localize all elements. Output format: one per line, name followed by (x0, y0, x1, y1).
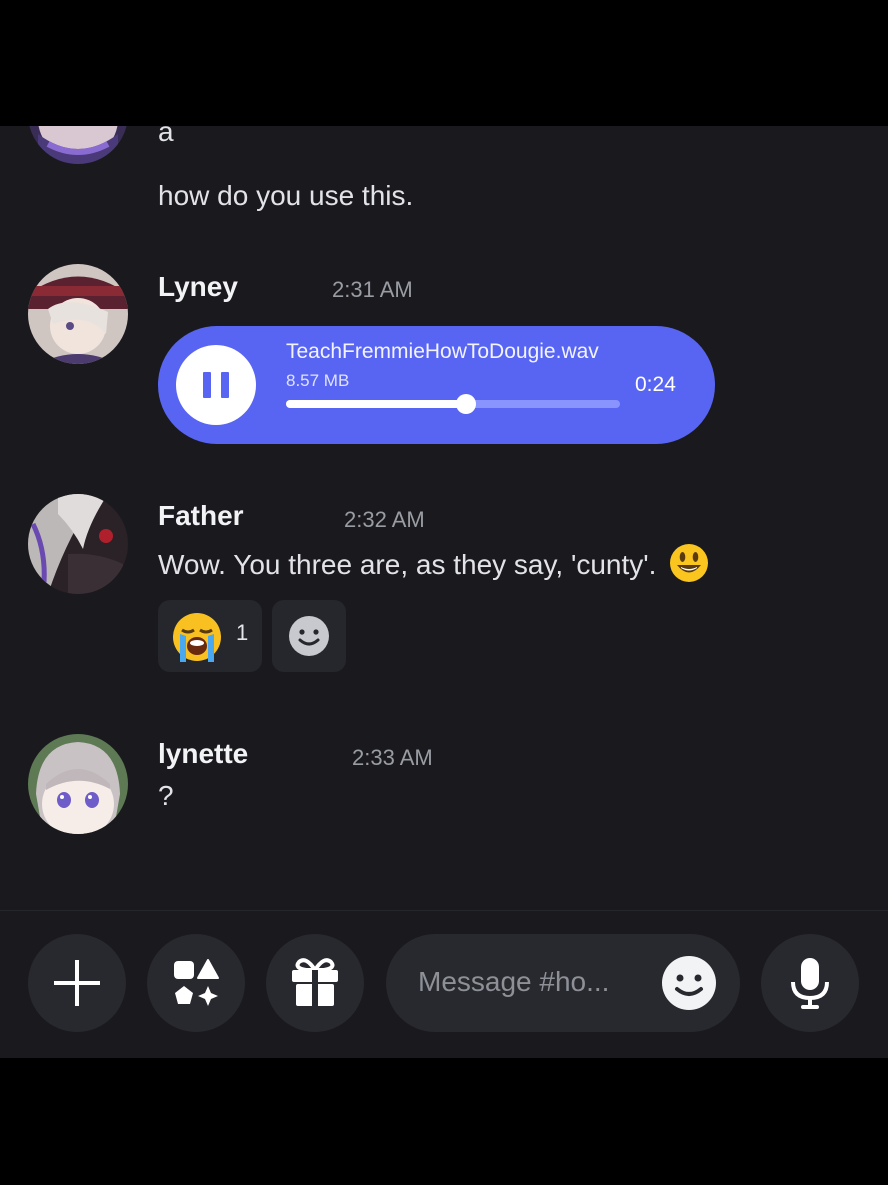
avatar-lyney[interactable] (28, 264, 128, 364)
audio-progress-fill (286, 400, 467, 408)
avatar-lynette[interactable] (28, 734, 128, 834)
timestamp-lynette: 2:33 AM (352, 745, 433, 770)
message-text-father-body: Wow. You three are, as they say, 'cunty'… (158, 549, 657, 580)
reaction-count: 1 (236, 620, 249, 645)
message-input[interactable]: Message #ho... (386, 934, 740, 1032)
timestamp-father: 2:32 AM (344, 507, 425, 532)
message-text-father: Wow. You three are, as they say, 'cunty'… (158, 542, 710, 584)
message-text-how-do-you-use: how do you use this. (158, 180, 414, 211)
gift-button[interactable] (266, 934, 364, 1032)
pause-icon-bar-left (203, 372, 211, 398)
voice-message-button[interactable] (761, 934, 859, 1032)
composer-divider (0, 910, 888, 911)
avatar-father[interactable] (28, 494, 128, 594)
username-lyney[interactable]: Lyney (158, 271, 238, 303)
username-father[interactable]: Father (158, 500, 244, 532)
avatar-previous[interactable] (28, 126, 128, 164)
timestamp-lyney: 2:31 AM (332, 277, 413, 302)
reaction-loudly-crying[interactable]: 1 (158, 600, 262, 672)
loudly-crying-face-icon (173, 613, 221, 662)
top-letterbox (0, 0, 888, 126)
pause-icon-bar-right (221, 372, 229, 398)
message-text-a: a (158, 126, 174, 147)
chat-screen: a how do you use this. Lyney 2:31 AM Tea… (0, 126, 888, 1058)
add-reaction-icon (289, 616, 329, 656)
audio-progress-track[interactable] (286, 394, 620, 414)
apps-button[interactable] (147, 934, 245, 1032)
smiley-face-emoji-icon (670, 544, 709, 582)
username-lynette[interactable]: lynette (158, 738, 248, 770)
pause-button[interactable] (176, 345, 256, 425)
apps-icon (174, 959, 219, 1006)
audio-seek-handle[interactable] (456, 394, 477, 414)
audio-duration: 0:24 (635, 373, 676, 396)
microphone-icon (791, 958, 829, 1009)
gift-icon (292, 958, 338, 1006)
audio-filesize: 8.57 MB (286, 371, 350, 390)
message-input-placeholder: Message #ho... (418, 966, 610, 997)
bottom-letterbox (0, 1058, 888, 1185)
add-attachment-button[interactable] (28, 934, 126, 1032)
audio-attachment: TeachFremmieHowToDougie.wav 8.57 MB 0:24 (158, 326, 715, 444)
add-reaction-button[interactable] (272, 600, 346, 672)
plus-icon (54, 960, 100, 1006)
audio-filename[interactable]: TeachFremmieHowToDougie.wav (286, 340, 599, 364)
message-text-lynette: ? (158, 780, 174, 811)
emoji-picker-icon[interactable] (661, 955, 717, 1011)
